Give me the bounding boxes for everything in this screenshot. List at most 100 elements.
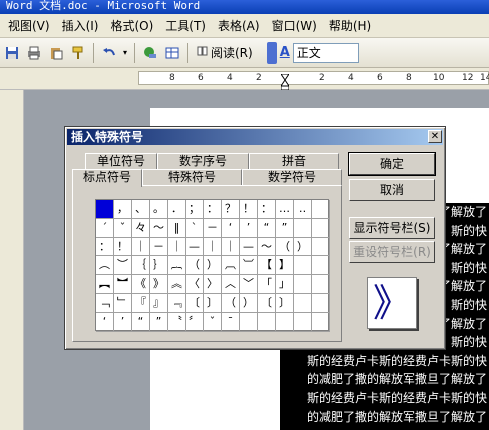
- symbol-cell[interactable]: 『: [132, 293, 150, 313]
- menu-insert[interactable]: 插入(I): [56, 16, 105, 36]
- undo-icon[interactable]: [99, 43, 119, 63]
- symbol-cell[interactable]: ；: [186, 200, 204, 219]
- symbol-cell[interactable]: ‖: [168, 218, 186, 238]
- symbol-cell[interactable]: ～: [150, 218, 168, 238]
- format-painter-icon[interactable]: [68, 43, 88, 63]
- symbol-cell[interactable]: 」: [276, 275, 294, 294]
- tab-special-symbols[interactable]: 特殊符号: [142, 169, 242, 185]
- symbol-cell[interactable]: 〕: [276, 293, 294, 313]
- symbol-cell[interactable]: [312, 256, 330, 276]
- symbol-cell[interactable]: “: [132, 312, 150, 332]
- show-symbol-bar-button[interactable]: 显示符号栏(S): [349, 217, 435, 239]
- symbol-cell[interactable]: ︷: [168, 256, 186, 276]
- symbol-cell[interactable]: [312, 237, 330, 257]
- symbol-cell[interactable]: ！: [114, 237, 132, 257]
- symbol-cell[interactable]: [276, 312, 294, 332]
- symbol-cell[interactable]: …: [276, 200, 294, 219]
- symbol-cell[interactable]: ‘: [222, 218, 240, 238]
- symbol-cell[interactable]: 〝: [168, 312, 186, 332]
- hyperlink-icon[interactable]: [140, 43, 160, 63]
- symbol-cell[interactable]: 々: [132, 218, 150, 238]
- symbol-cell[interactable]: [294, 293, 312, 313]
- tab-unit-symbols[interactable]: 单位符号: [85, 153, 157, 169]
- symbol-cell[interactable]: [240, 312, 258, 332]
- symbol-cell[interactable]: —: [240, 237, 258, 257]
- symbol-cell[interactable]: 、: [132, 200, 150, 219]
- symbol-cell[interactable]: ‘: [96, 312, 114, 332]
- symbol-cell[interactable]: ｜: [204, 237, 222, 257]
- symbol-cell[interactable]: 【: [258, 256, 276, 276]
- symbol-cell[interactable]: [294, 218, 312, 238]
- symbol-cell[interactable]: [312, 312, 330, 332]
- style-select[interactable]: 正文: [292, 42, 359, 63]
- symbol-cell[interactable]: 〞: [186, 312, 204, 332]
- tab-pinyin[interactable]: 拼音: [249, 153, 339, 169]
- table-icon[interactable]: [162, 43, 182, 63]
- toolbar-options-handle[interactable]: [266, 41, 277, 64]
- symbol-cell[interactable]: ”: [276, 218, 294, 238]
- symbol-cell[interactable]: 》: [150, 275, 168, 294]
- symbol-cell[interactable]: ︽: [168, 275, 186, 294]
- symbol-cell[interactable]: （: [186, 256, 204, 276]
- symbol-cell[interactable]: ？: [222, 200, 240, 219]
- symbol-cell[interactable]: ’: [240, 218, 258, 238]
- symbol-cell[interactable]: ﹀: [240, 275, 258, 294]
- close-icon[interactable]: ✕: [428, 130, 442, 143]
- symbol-cell[interactable]: ︹: [222, 256, 240, 276]
- symbol-cell[interactable]: ：: [96, 237, 114, 257]
- font-color-icon[interactable]: A: [280, 45, 290, 60]
- save-icon[interactable]: [2, 43, 22, 63]
- symbol-cell[interactable]: 』: [150, 293, 168, 313]
- symbol-cell[interactable]: ﹁: [96, 293, 114, 313]
- symbol-cell[interactable]: ．: [168, 200, 186, 219]
- symbol-cell[interactable]: ：: [204, 200, 222, 219]
- symbol-cell[interactable]: ）: [240, 293, 258, 313]
- symbol-cell[interactable]: 〔: [258, 293, 276, 313]
- menu-format[interactable]: 格式(O): [104, 16, 159, 36]
- symbol-cell[interactable]: （: [222, 293, 240, 313]
- symbol-cell[interactable]: ，: [114, 200, 132, 219]
- read-button[interactable]: 阅读(R): [193, 44, 257, 61]
- symbol-cell[interactable]: ｜: [222, 237, 240, 257]
- cancel-button[interactable]: 取消: [349, 179, 435, 201]
- symbol-cell[interactable]: —: [186, 237, 204, 257]
- tab-number-sequence[interactable]: 数字序号: [157, 153, 249, 169]
- symbol-cell[interactable]: ˊ: [96, 218, 114, 238]
- menu-window[interactable]: 窗口(W): [266, 16, 323, 36]
- symbol-cell[interactable]: [96, 200, 114, 219]
- symbol-cell[interactable]: [312, 200, 330, 219]
- symbol-cell[interactable]: 〈: [186, 275, 204, 294]
- symbol-cell[interactable]: ）: [294, 237, 312, 257]
- symbol-cell[interactable]: 〔: [186, 293, 204, 313]
- horizontal-ruler[interactable]: 8 6 4 2 2 4 6 8 10 12 14: [138, 71, 489, 91]
- symbol-cell[interactable]: ：: [258, 200, 276, 219]
- symbol-cell[interactable]: ｝: [150, 256, 168, 276]
- tab-punctuation[interactable]: 标点符号: [72, 169, 142, 187]
- symbol-cell[interactable]: 〕: [204, 293, 222, 313]
- symbol-cell[interactable]: －: [150, 237, 168, 257]
- menu-view[interactable]: 视图(V): [2, 16, 56, 36]
- symbol-cell[interactable]: ︼: [114, 275, 132, 294]
- symbol-cell[interactable]: ﹂: [114, 293, 132, 313]
- symbol-cell[interactable]: －: [204, 218, 222, 238]
- symbol-cell[interactable]: [312, 218, 330, 238]
- indent-marker[interactable]: [280, 73, 290, 91]
- symbol-cell[interactable]: ︵: [96, 256, 114, 276]
- symbol-cell[interactable]: ︻: [96, 275, 114, 294]
- symbol-cell[interactable]: [312, 275, 330, 294]
- symbol-cell[interactable]: 。: [150, 200, 168, 219]
- symbol-cell[interactable]: “: [258, 218, 276, 238]
- symbol-cell[interactable]: ｜: [168, 237, 186, 257]
- symbol-cell[interactable]: ︿: [222, 275, 240, 294]
- symbol-cell[interactable]: [294, 256, 312, 276]
- symbol-cell[interactable]: ˇ: [114, 218, 132, 238]
- symbol-cell[interactable]: ｛: [132, 256, 150, 276]
- symbol-cell[interactable]: ）: [204, 256, 222, 276]
- symbol-cell[interactable]: ︶: [114, 256, 132, 276]
- symbol-cell[interactable]: 《: [132, 275, 150, 294]
- ok-button[interactable]: 确定: [348, 152, 436, 176]
- menu-tools[interactable]: 工具(T): [159, 16, 212, 36]
- symbol-cell[interactable]: ︺: [240, 256, 258, 276]
- print-icon[interactable]: [24, 43, 44, 63]
- symbol-cell[interactable]: ！: [240, 200, 258, 219]
